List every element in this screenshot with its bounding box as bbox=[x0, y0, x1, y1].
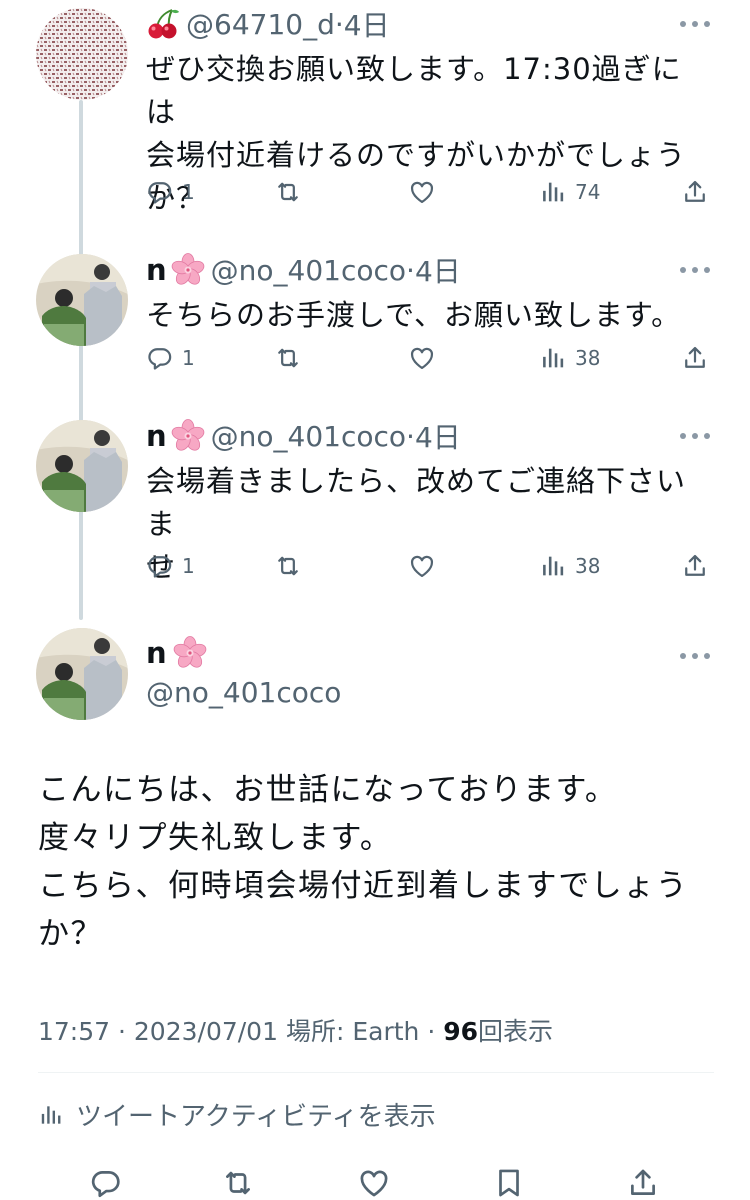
reply-count: 1 bbox=[182, 346, 195, 370]
views-icon bbox=[539, 344, 567, 372]
timestamp[interactable]: 4日 bbox=[415, 416, 461, 456]
like-button[interactable] bbox=[408, 172, 436, 212]
tweet-actions: 1 74 bbox=[146, 172, 716, 212]
like-button[interactable] bbox=[408, 546, 436, 586]
tweet-actions: 1 38 bbox=[146, 338, 716, 378]
views-icon bbox=[539, 552, 567, 580]
avatar[interactable] bbox=[36, 420, 128, 512]
main-tweet-actions bbox=[0, 1160, 750, 1200]
tweet-header: n @no_401coco · 4日 bbox=[146, 250, 461, 290]
tweet-header: n @no_401coco · 4日 bbox=[146, 416, 461, 456]
views-icon bbox=[38, 1102, 64, 1128]
share-button[interactable] bbox=[681, 172, 709, 212]
reply-icon bbox=[146, 344, 174, 372]
cherry-blossom-emoji bbox=[171, 419, 205, 453]
cherry-blossom-emoji bbox=[173, 636, 207, 670]
user-handle[interactable]: @no_401coco bbox=[146, 676, 341, 709]
retweet-icon bbox=[274, 552, 302, 580]
retweet-button[interactable] bbox=[274, 172, 302, 212]
reply-button[interactable]: 1 bbox=[146, 338, 195, 378]
more-options-icon[interactable] bbox=[680, 432, 710, 440]
avatar[interactable] bbox=[36, 8, 128, 100]
views-label: 回表示 bbox=[478, 1017, 554, 1046]
heart-icon bbox=[408, 552, 436, 580]
separator: · bbox=[118, 1017, 126, 1046]
user-handle[interactable]: @no_401coco bbox=[211, 420, 406, 453]
main-tweet-text: こんにちは、お世話になっております。 度々リプ失礼致します。 こちら、何時頃会場… bbox=[38, 772, 689, 952]
share-button[interactable] bbox=[681, 338, 709, 378]
divider bbox=[38, 1072, 714, 1073]
display-name[interactable]: n bbox=[146, 253, 167, 287]
reply-icon bbox=[146, 178, 174, 206]
heart-icon bbox=[408, 344, 436, 372]
views-icon bbox=[539, 178, 567, 206]
retweet-button[interactable] bbox=[274, 338, 302, 378]
retweet-icon bbox=[274, 344, 302, 372]
retweet-button[interactable] bbox=[274, 546, 302, 586]
reply-button[interactable]: 1 bbox=[146, 172, 195, 212]
timestamp[interactable]: 4日 bbox=[344, 4, 390, 44]
avatar[interactable] bbox=[36, 254, 128, 346]
share-icon bbox=[681, 178, 709, 206]
bookmark-icon[interactable] bbox=[492, 1166, 526, 1200]
tweet-metadata: 17:57 · 2023/07/01 場所: Earth · 96回表示 bbox=[38, 1012, 553, 1048]
reply-count: 1 bbox=[182, 180, 195, 204]
retweet-icon[interactable] bbox=[221, 1166, 255, 1200]
share-button[interactable] bbox=[681, 546, 709, 586]
reply-icon bbox=[146, 552, 174, 580]
more-options-icon[interactable] bbox=[680, 20, 710, 28]
share-icon bbox=[681, 552, 709, 580]
tweet-time[interactable]: 17:57 bbox=[38, 1017, 110, 1046]
heart-icon[interactable] bbox=[357, 1166, 391, 1200]
share-icon[interactable] bbox=[626, 1166, 660, 1200]
thread-connector bbox=[79, 100, 83, 620]
views-count: 38 bbox=[575, 554, 601, 578]
share-icon bbox=[681, 344, 709, 372]
reply-button[interactable]: 1 bbox=[146, 546, 195, 586]
display-name[interactable]: n bbox=[146, 419, 167, 453]
reply-icon[interactable] bbox=[89, 1166, 123, 1200]
avatar[interactable] bbox=[36, 628, 128, 720]
cherry-blossom-emoji bbox=[171, 253, 205, 287]
tweet-location: 場所: Earth bbox=[285, 1017, 420, 1046]
display-name[interactable]: n bbox=[146, 636, 207, 670]
views-count: 96 bbox=[443, 1017, 479, 1046]
separator: · bbox=[427, 1017, 436, 1046]
activity-label: ツイートアクティビティを表示 bbox=[76, 1102, 436, 1132]
heart-icon bbox=[408, 178, 436, 206]
tweet-date[interactable]: 2023/07/01 bbox=[134, 1017, 278, 1046]
tweet-header: @64710_d · 4日 bbox=[146, 4, 390, 44]
views-count: 74 bbox=[575, 180, 601, 204]
like-button[interactable] bbox=[408, 338, 436, 378]
user-handle[interactable]: @no_401coco bbox=[211, 254, 406, 287]
reply-count: 1 bbox=[182, 554, 195, 578]
retweet-icon bbox=[274, 178, 302, 206]
timestamp[interactable]: 4日 bbox=[415, 250, 461, 290]
cherry-emoji bbox=[146, 7, 180, 41]
separator: · bbox=[406, 253, 415, 287]
views-button[interactable]: 38 bbox=[539, 338, 600, 378]
tweet-actions: 1 38 bbox=[146, 546, 716, 586]
user-handle[interactable]: @64710_d bbox=[186, 8, 335, 41]
views-button[interactable]: 38 bbox=[539, 546, 600, 586]
tweet-activity-link[interactable]: ツイートアクティビティを表示 bbox=[38, 1096, 436, 1133]
views-button[interactable]: 74 bbox=[539, 172, 600, 212]
separator: · bbox=[406, 419, 415, 453]
tweet-text: そちらのお手渡しで、お願い致します。 bbox=[146, 298, 682, 332]
views-count: 38 bbox=[575, 346, 601, 370]
separator: · bbox=[334, 7, 344, 41]
more-options-icon[interactable] bbox=[680, 266, 710, 274]
more-options-icon[interactable] bbox=[680, 652, 710, 660]
